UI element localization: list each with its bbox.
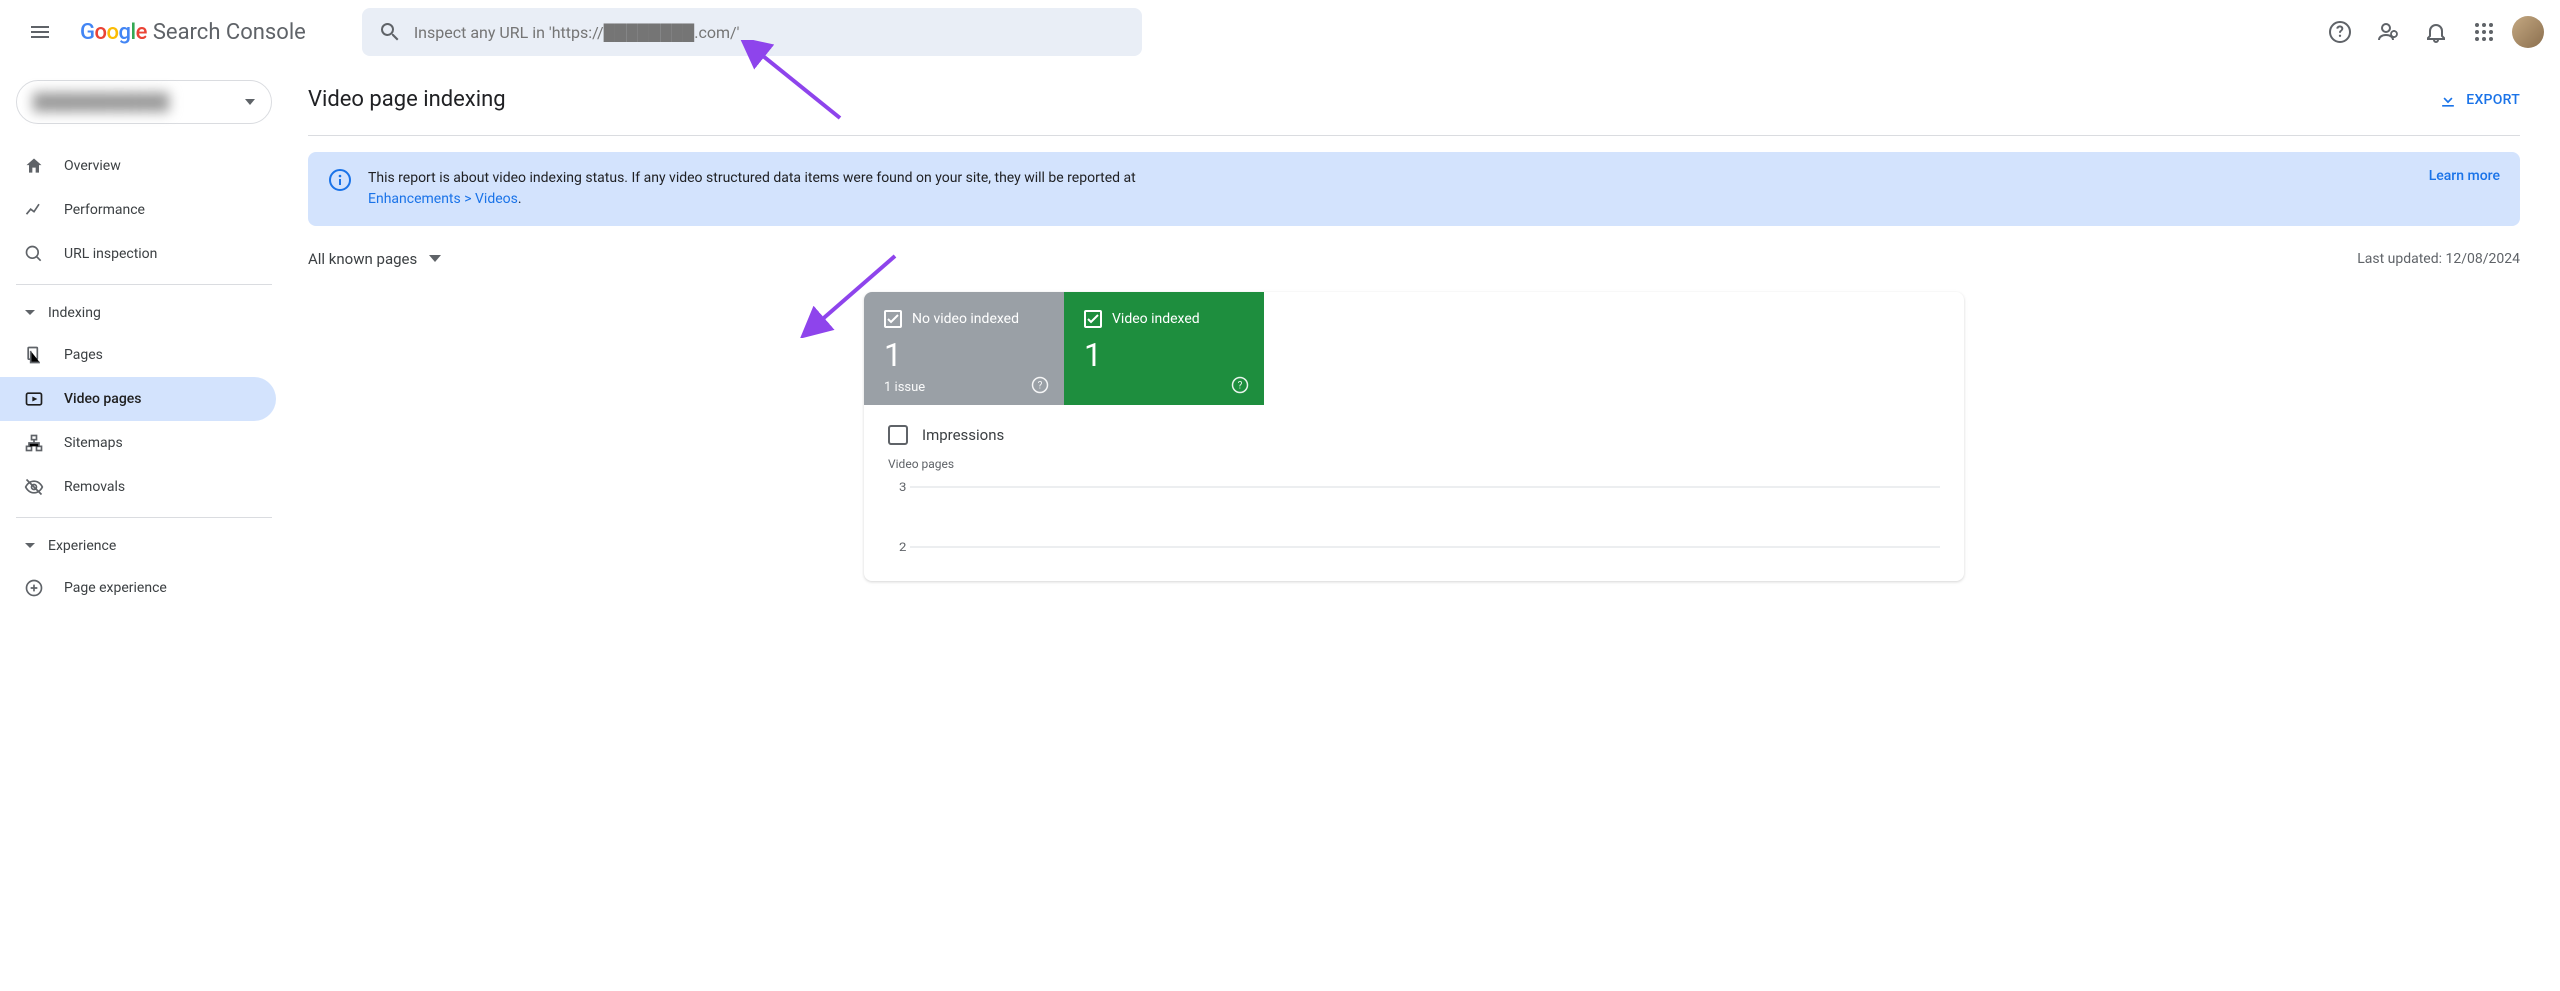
- status-label: Video indexed: [1112, 311, 1200, 327]
- nav-overview[interactable]: Overview: [0, 144, 276, 188]
- chart-title: Video pages: [888, 457, 1940, 471]
- checkbox-unchecked-icon: [888, 425, 908, 445]
- status-count: 1: [1084, 336, 1244, 374]
- help-icon[interactable]: ?: [1230, 375, 1250, 395]
- pages-icon: [24, 345, 44, 365]
- divider: [16, 284, 272, 285]
- users-button[interactable]: [2368, 12, 2408, 52]
- logo[interactable]: Google Search Console: [80, 20, 306, 45]
- google-logo: Google: [80, 20, 147, 45]
- eye-off-icon: [24, 477, 44, 497]
- sitemap-icon: [24, 433, 44, 453]
- y-tick: 3: [899, 481, 906, 495]
- filter-label: All known pages: [308, 250, 417, 268]
- main-content: Video page indexing EXPORT This report i…: [288, 64, 2560, 621]
- notifications-button[interactable]: [2416, 12, 2456, 52]
- nav-page-experience[interactable]: Page experience: [0, 566, 276, 610]
- nav-section-experience[interactable]: Experience: [0, 526, 288, 566]
- user-settings-icon: [2376, 20, 2400, 44]
- export-button[interactable]: EXPORT: [2438, 90, 2520, 110]
- hamburger-icon: [28, 20, 52, 44]
- menu-button[interactable]: [16, 8, 64, 56]
- nav-performance[interactable]: Performance: [0, 188, 276, 232]
- chevron-down-icon: [24, 542, 36, 550]
- impressions-toggle[interactable]: Impressions: [864, 405, 1964, 453]
- nav-url-inspection[interactable]: URL inspection: [0, 232, 276, 276]
- info-banner: This report is about video indexing stat…: [308, 152, 2520, 226]
- status-count: 1: [884, 336, 1044, 374]
- nav-sitemaps[interactable]: Sitemaps: [0, 421, 276, 465]
- nav-removals[interactable]: Removals: [0, 465, 276, 509]
- nav-label: Overview: [64, 158, 121, 174]
- url-inspect-bar[interactable]: [362, 8, 1142, 56]
- nav-label: Page experience: [64, 580, 167, 596]
- page-title: Video page indexing: [308, 87, 506, 112]
- status-label: No video indexed: [912, 311, 1019, 327]
- checkbox-checked-icon: [884, 310, 902, 328]
- search-input[interactable]: [414, 23, 1126, 42]
- status-card: No video indexed 1 1 issue ? Video index…: [864, 292, 1964, 581]
- help-icon: [2328, 20, 2352, 44]
- tab-no-video-indexed[interactable]: No video indexed 1 1 issue ?: [864, 292, 1064, 405]
- home-icon: [24, 156, 44, 176]
- section-label: Experience: [48, 538, 116, 554]
- divider: [16, 517, 272, 518]
- checkbox-checked-icon: [1084, 310, 1102, 328]
- tab-video-indexed[interactable]: Video indexed 1 ?: [1064, 292, 1264, 405]
- video-icon: [24, 389, 44, 409]
- help-button[interactable]: [2320, 12, 2360, 52]
- section-label: Indexing: [48, 305, 101, 321]
- search-icon: [378, 20, 402, 44]
- apps-grid-icon: [2474, 22, 2494, 42]
- sidebar: ████████████ Overview Performance URL in…: [0, 64, 288, 621]
- plus-circle-icon: [24, 578, 44, 598]
- export-label: EXPORT: [2466, 92, 2520, 108]
- nav-pages[interactable]: Pages: [0, 333, 276, 377]
- help-icon[interactable]: ?: [1030, 375, 1050, 395]
- nav-section-indexing[interactable]: Indexing: [0, 293, 288, 333]
- svg-text:?: ?: [1238, 380, 1243, 391]
- nav-label: Sitemaps: [64, 435, 123, 451]
- page-filter-dropdown[interactable]: All known pages: [308, 250, 441, 268]
- bell-icon: [2424, 20, 2448, 44]
- nav-label: Removals: [64, 479, 125, 495]
- chevron-down-icon: [245, 99, 255, 105]
- nav-label: Video pages: [64, 391, 141, 407]
- status-issue: 1 issue: [884, 380, 1044, 395]
- nav-video-pages[interactable]: Video pages: [0, 377, 276, 421]
- y-tick: 2: [899, 541, 906, 555]
- chart-line-icon: [24, 200, 44, 220]
- apps-button[interactable]: [2464, 12, 2504, 52]
- account-avatar[interactable]: [2512, 16, 2544, 48]
- impressions-label: Impressions: [922, 426, 1004, 444]
- nav-label: Pages: [64, 347, 103, 363]
- nav-label: URL inspection: [64, 246, 157, 262]
- enhancements-link[interactable]: Enhancements > Videos: [368, 191, 518, 207]
- svg-text:?: ?: [1038, 380, 1043, 391]
- info-icon: [328, 168, 352, 192]
- download-icon: [2438, 90, 2458, 110]
- chart: Video pages 3 2: [864, 453, 1964, 581]
- property-name: ████████████: [33, 92, 169, 112]
- chevron-down-icon: [429, 255, 441, 263]
- nav-label: Performance: [64, 202, 145, 218]
- last-updated: Last updated: 12/08/2024: [2357, 251, 2520, 267]
- search-icon: [24, 244, 44, 264]
- learn-more-link[interactable]: Learn more: [2429, 168, 2500, 184]
- info-text: This report is about video indexing stat…: [368, 168, 2413, 210]
- product-name: Search Console: [153, 20, 306, 45]
- chevron-down-icon: [24, 309, 36, 317]
- property-selector[interactable]: ████████████: [16, 80, 272, 124]
